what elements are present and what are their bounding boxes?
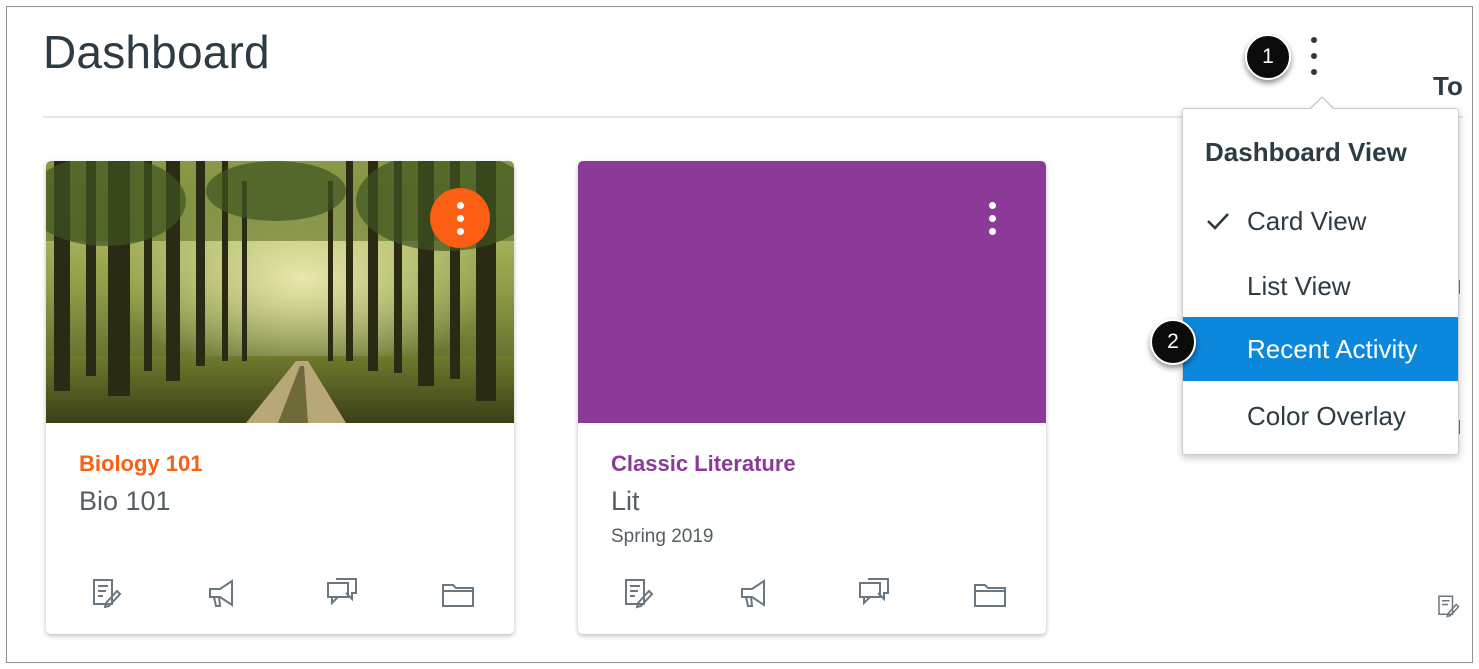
card-action-icons <box>578 573 1046 613</box>
files-icon[interactable] <box>438 573 478 613</box>
menu-item-label: Recent Activity <box>1247 333 1418 364</box>
course-name[interactable]: Biology 101 <box>79 451 202 477</box>
todo-heading-partial: To <box>1433 71 1463 101</box>
step-callout-1: 1 <box>1245 34 1291 80</box>
course-card-biology[interactable]: Biology 101 Bio 101 <box>46 161 514 634</box>
files-icon[interactable] <box>970 573 1010 613</box>
course-card-literature[interactable]: Classic Literature Lit Spring 2019 <box>578 161 1046 634</box>
dashboard-view-menu: Dashboard View Card View List View Recen… <box>1182 108 1459 455</box>
menu-item-label: Color Overlay <box>1247 400 1406 431</box>
announcements-icon[interactable] <box>734 573 774 613</box>
course-code: Bio 101 <box>79 486 171 516</box>
course-name[interactable]: Classic Literature <box>611 451 796 477</box>
kebab-dot <box>988 214 996 222</box>
menu-item-color-overlay[interactable]: Color Overlay <box>1183 384 1458 448</box>
kebab-dot <box>988 201 996 209</box>
discussions-icon[interactable] <box>322 573 362 613</box>
discussions-icon[interactable] <box>854 573 894 613</box>
check-icon <box>1207 213 1229 230</box>
card-action-icons <box>46 573 514 613</box>
menu-item-list-view[interactable]: List View <box>1183 254 1458 318</box>
kebab-dot <box>1311 69 1317 75</box>
course-term: Spring 2019 <box>611 526 714 547</box>
assignments-icon[interactable] <box>1433 591 1463 621</box>
course-code: Lit <box>611 486 640 516</box>
menu-item-label: List View <box>1247 270 1351 301</box>
kebab-dot <box>1311 53 1317 59</box>
dashboard-frame: Dashboard To Biology 101 Bio 101 Classic… <box>6 6 1473 663</box>
menu-item-card-view[interactable]: Card View <box>1183 189 1458 253</box>
assignments-icon[interactable] <box>86 573 126 613</box>
announcements-icon[interactable] <box>202 573 242 613</box>
assignments-icon[interactable] <box>618 573 658 613</box>
card-options-button[interactable] <box>962 188 1022 248</box>
step-callout-2: 2 <box>1150 319 1196 365</box>
kebab-dot <box>456 201 464 209</box>
kebab-dot <box>456 227 464 235</box>
menu-item-recent-activity[interactable]: Recent Activity <box>1183 317 1458 381</box>
page-title: Dashboard <box>43 26 270 78</box>
menu-item-label: Card View <box>1247 205 1367 236</box>
kebab-dot <box>988 227 996 235</box>
kebab-dot <box>456 214 464 222</box>
menu-caret-fill <box>1310 98 1334 110</box>
kebab-dot <box>1311 37 1317 43</box>
dashboard-options-button[interactable] <box>1299 31 1329 81</box>
card-options-button[interactable] <box>430 188 490 248</box>
menu-heading: Dashboard View <box>1205 137 1407 167</box>
